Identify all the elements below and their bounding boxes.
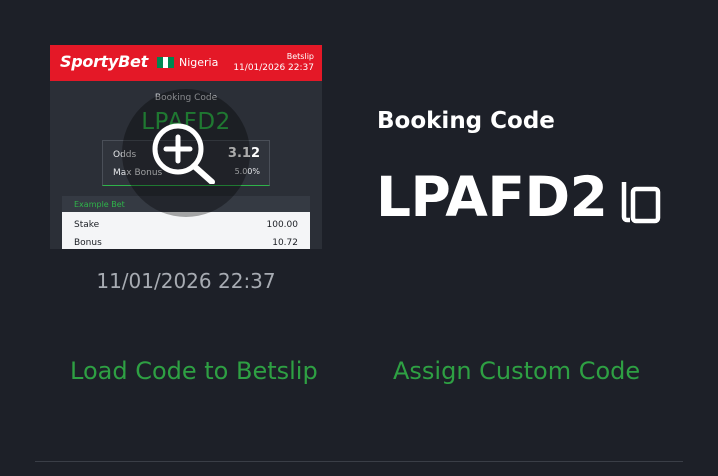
preview-stake-value: 100.00 [266,220,299,230]
preview-stake-label: Stake [74,220,100,230]
preview-timestamp: 11/01/2026 22:37 [96,269,276,293]
preview-bonus-value: 10.72 [272,238,298,248]
copy-icon[interactable] [620,179,664,225]
zoom-in-icon[interactable] [149,122,221,184]
preview-datetime: 11/01/2026 22:37 [233,63,314,73]
betslip-preview-image[interactable]: SportyBet Nigeria Betslip 11/01/2026 22:… [50,45,322,249]
nigeria-flag-icon [157,57,175,68]
preview-betslip-label: Betslip [286,52,314,61]
preview-example-bet-label: Example Bet [74,200,125,209]
booking-code-label: Booking Code [377,108,555,134]
preview-example-panel: Stake 100.00 Bonus 10.72 [62,212,310,249]
sportybet-logo: SportyBet [60,52,148,71]
load-code-to-betslip-button[interactable]: Load Code to Betslip [70,357,318,385]
preview-bonus-label: Bonus [74,238,102,248]
divider [35,461,683,462]
booking-code-value: LPAFD2 [376,165,608,229]
preview-country: Nigeria [179,56,219,69]
preview-header: SportyBet Nigeria Betslip 11/01/2026 22:… [50,45,322,81]
assign-custom-code-button[interactable]: Assign Custom Code [393,357,640,385]
